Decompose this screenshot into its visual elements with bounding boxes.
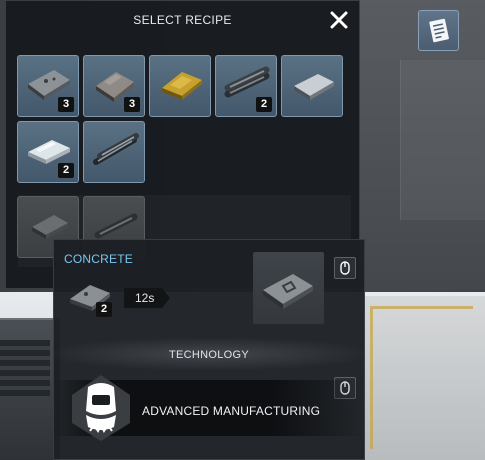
craft-time: 12s <box>124 288 172 308</box>
technology-emblem[interactable] <box>66 371 136 445</box>
recipe-slot-concrete[interactable]: 3 <box>17 55 79 117</box>
recipe-slot-pipes[interactable]: 2 <box>215 55 277 117</box>
output-slot <box>253 252 324 324</box>
recipe-count: 2 <box>58 163 74 178</box>
conveyor-rail <box>360 296 485 460</box>
gold-ingot-icon <box>162 72 202 100</box>
panel-title: SELECT RECIPE <box>133 13 232 27</box>
metal-plate-icon <box>294 74 334 100</box>
mouse-hint-button[interactable] <box>334 257 356 279</box>
recipe-slot-stone[interactable]: 3 <box>83 55 145 117</box>
close-button[interactable] <box>330 11 348 29</box>
recipe-slot-plate[interactable] <box>281 55 343 117</box>
metal-rods-icon <box>93 133 139 165</box>
recipe-count: 3 <box>58 97 74 112</box>
concrete-slab-icon <box>263 274 313 309</box>
machine-vent <box>0 340 50 400</box>
technology-heading: TECHNOLOGY <box>168 349 249 361</box>
craft-time-value: 12s <box>135 291 155 305</box>
recipe-count: 2 <box>256 97 272 112</box>
notepad-icon <box>429 18 449 43</box>
close-icon <box>330 11 348 29</box>
recipe-count: 3 <box>124 97 140 112</box>
wall-panel-inset <box>400 60 485 220</box>
recipe-notes-button[interactable] <box>418 10 459 51</box>
recipe-slot-gold[interactable] <box>149 55 211 117</box>
recipe-name: CONCRETE <box>64 252 133 266</box>
recipe-slot-rods[interactable] <box>83 121 145 183</box>
technology-name: ADVANCED MANUFACTURING <box>142 404 321 418</box>
welding-mask-icon <box>72 375 130 441</box>
ingredient-count: 2 <box>96 302 112 317</box>
recipe-tooltip: CONCRETE 2 12s TECHNOLOGY ADVANCED MANUF… <box>53 239 365 460</box>
mouse-icon <box>340 261 350 275</box>
recipe-slot-glass[interactable]: 2 <box>17 121 79 183</box>
